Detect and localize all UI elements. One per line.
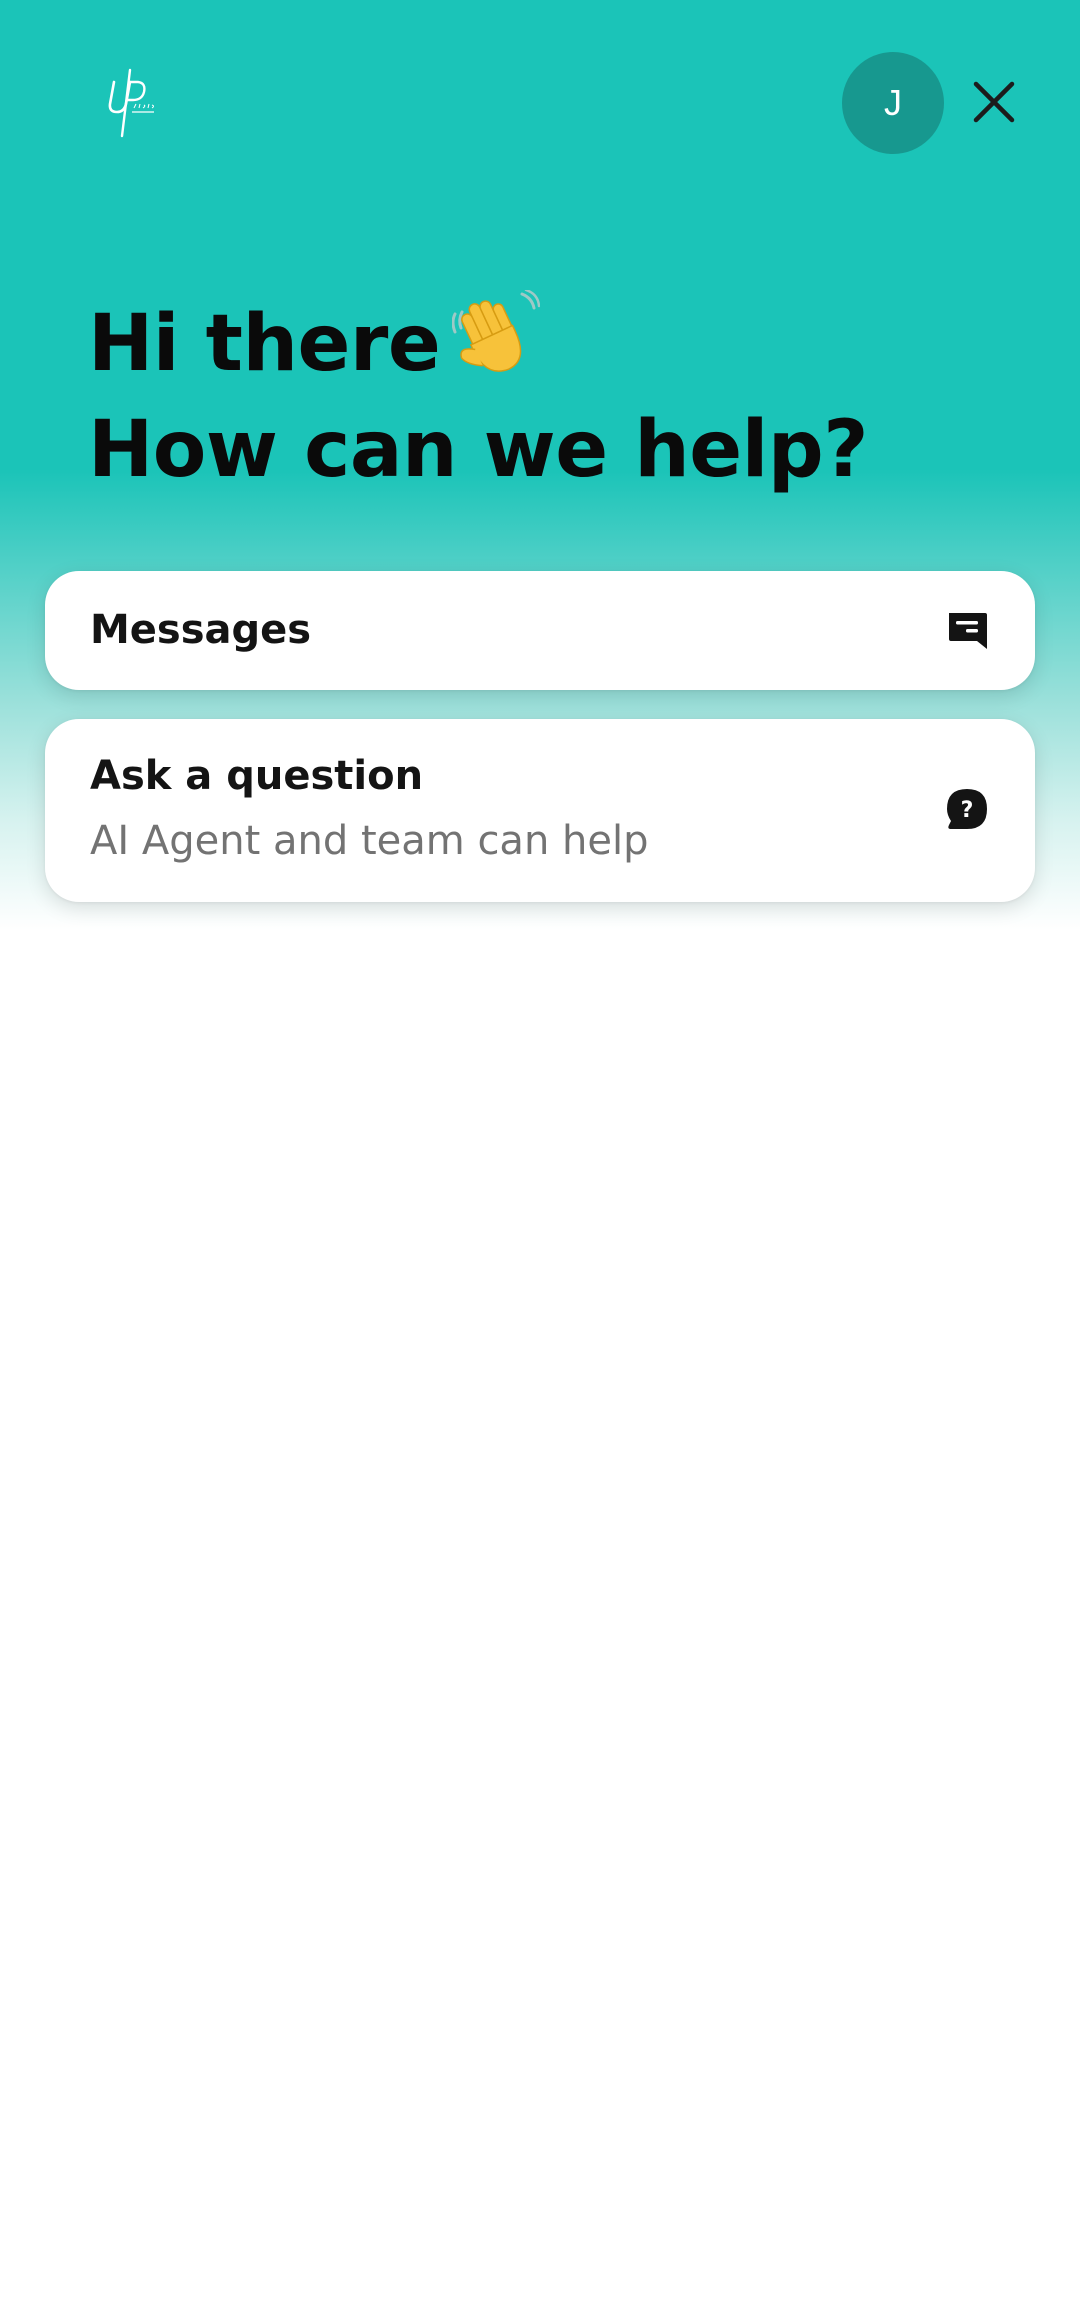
waving-hand-icon: [451, 288, 541, 401]
ask-question-subtitle: AI Agent and team can help: [90, 818, 649, 864]
svg-text:?: ?: [961, 798, 974, 823]
ask-question-title: Ask a question: [90, 753, 424, 799]
ask-question-card[interactable]: Ask a question AI Agent and team can hel…: [45, 719, 1035, 902]
greeting-line-1: Hi there: [88, 288, 1048, 401]
messages-card-title: Messages: [90, 607, 312, 653]
message-icon: [945, 609, 989, 653]
greeting-line-2: How can we help?: [88, 405, 869, 495]
close-icon: [972, 80, 1016, 128]
header: J: [0, 0, 1080, 210]
greeting-text: Hi there: [88, 299, 441, 389]
messages-card[interactable]: Messages: [45, 571, 1035, 690]
avatar[interactable]: J: [842, 52, 944, 154]
greeting-heading: Hi there How can we help?: [88, 288, 1048, 499]
question-bubble-icon: ?: [945, 787, 989, 831]
up-rides-logo: [100, 64, 170, 140]
close-button[interactable]: [966, 76, 1022, 132]
